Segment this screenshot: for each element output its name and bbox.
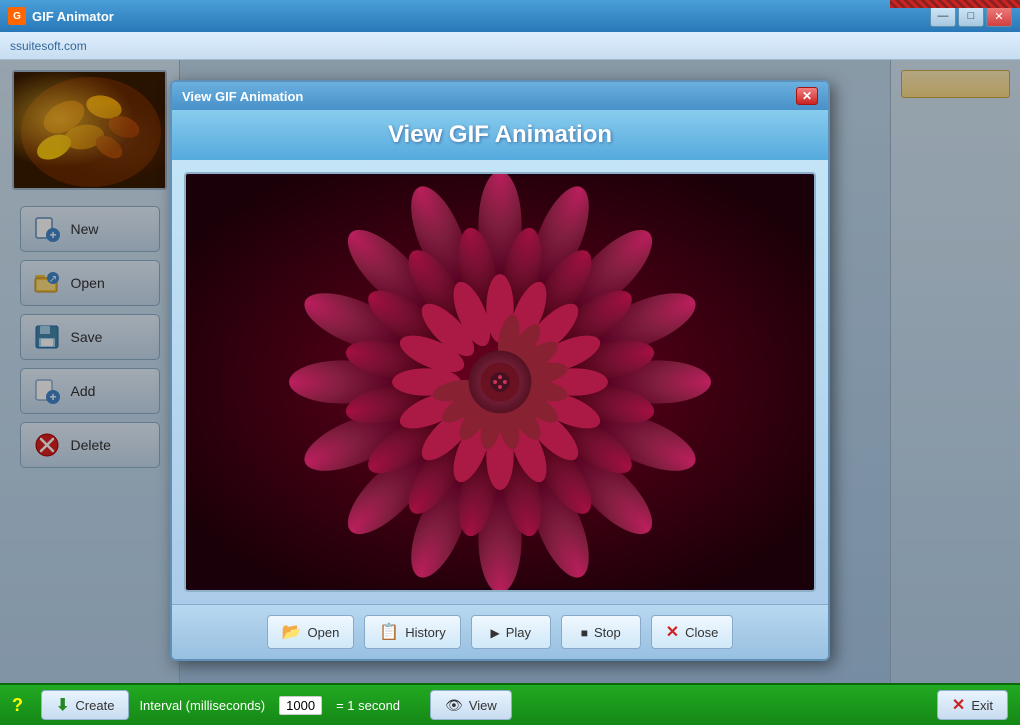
view-icon: 👁 (445, 697, 463, 714)
help-button[interactable]: ? (12, 695, 23, 716)
content-area: + New ↗ Open (0, 60, 1020, 683)
view-label: View (469, 698, 497, 713)
app-icon-letter: G (13, 11, 21, 22)
window-controls: — □ ✕ (930, 5, 1012, 27)
modal-stop-button[interactable]: Stop (561, 615, 641, 649)
modal-overlay: View GIF Animation ✕ View GIF Animation (0, 60, 1020, 683)
modal-footer: 📂 Open 📋 History Play (172, 604, 828, 659)
menu-bar: ssuitesoft.com (0, 32, 1020, 60)
modal-title-bar: View GIF Animation ✕ (172, 82, 828, 110)
modal-title: View GIF Animation (182, 89, 303, 104)
modal-close-dialog-button[interactable]: ✕ Close (651, 615, 734, 649)
close-button[interactable]: ✕ (986, 5, 1012, 27)
bottom-bar: ? ⬇ Create Interval (milliseconds) 1000 … (0, 683, 1020, 725)
play-icon (490, 625, 499, 640)
exit-button[interactable]: ✕ Exit (937, 690, 1008, 720)
modal-stop-label: Stop (594, 625, 621, 640)
modal-close-button[interactable]: ✕ (796, 87, 818, 105)
modal-body (172, 160, 828, 604)
maximize-button[interactable]: □ (958, 5, 984, 27)
gif-display-area (184, 172, 816, 592)
website-label: ssuitesoft.com (10, 39, 87, 53)
app-icon: G (8, 7, 26, 25)
modal-play-label: Play (506, 625, 531, 640)
stop-icon (581, 625, 588, 640)
modal-history-label: History (405, 625, 445, 640)
modal-header: View GIF Animation (172, 110, 828, 160)
minimize-button[interactable]: — (930, 5, 956, 27)
create-button[interactable]: ⬇ Create (41, 690, 129, 720)
equals-text: = 1 second (336, 698, 400, 713)
modal-history-button[interactable]: 📋 History (364, 615, 460, 649)
modal-play-button[interactable]: Play (471, 615, 551, 649)
modal-open-button[interactable]: 📂 Open (267, 615, 355, 649)
exit-x-icon: ✕ (952, 695, 965, 715)
dahlia-svg (186, 174, 814, 590)
modal-close-label: Close (685, 625, 718, 640)
create-label: Create (75, 698, 114, 713)
gif-animation-dialog: View GIF Animation ✕ View GIF Animation (170, 80, 830, 661)
close-x-icon: ✕ (666, 622, 679, 642)
interval-label: Interval (milliseconds) (139, 698, 265, 713)
open-folder-icon: 📂 (282, 622, 302, 642)
modal-open-label: Open (308, 625, 340, 640)
title-bar: G GIF Animator — □ ✕ (0, 0, 1020, 32)
exit-label: Exit (971, 698, 993, 713)
interval-value: 1000 (279, 696, 322, 715)
view-button[interactable]: 👁 View (430, 690, 512, 720)
main-window: G GIF Animator — □ ✕ ssuitesoft.com (0, 0, 1020, 725)
history-icon: 📋 (379, 622, 399, 642)
app-title: GIF Animator (32, 9, 114, 24)
stripe-decoration (890, 0, 1020, 8)
create-icon: ⬇ (56, 695, 69, 715)
modal-header-text: View GIF Animation (388, 121, 612, 149)
